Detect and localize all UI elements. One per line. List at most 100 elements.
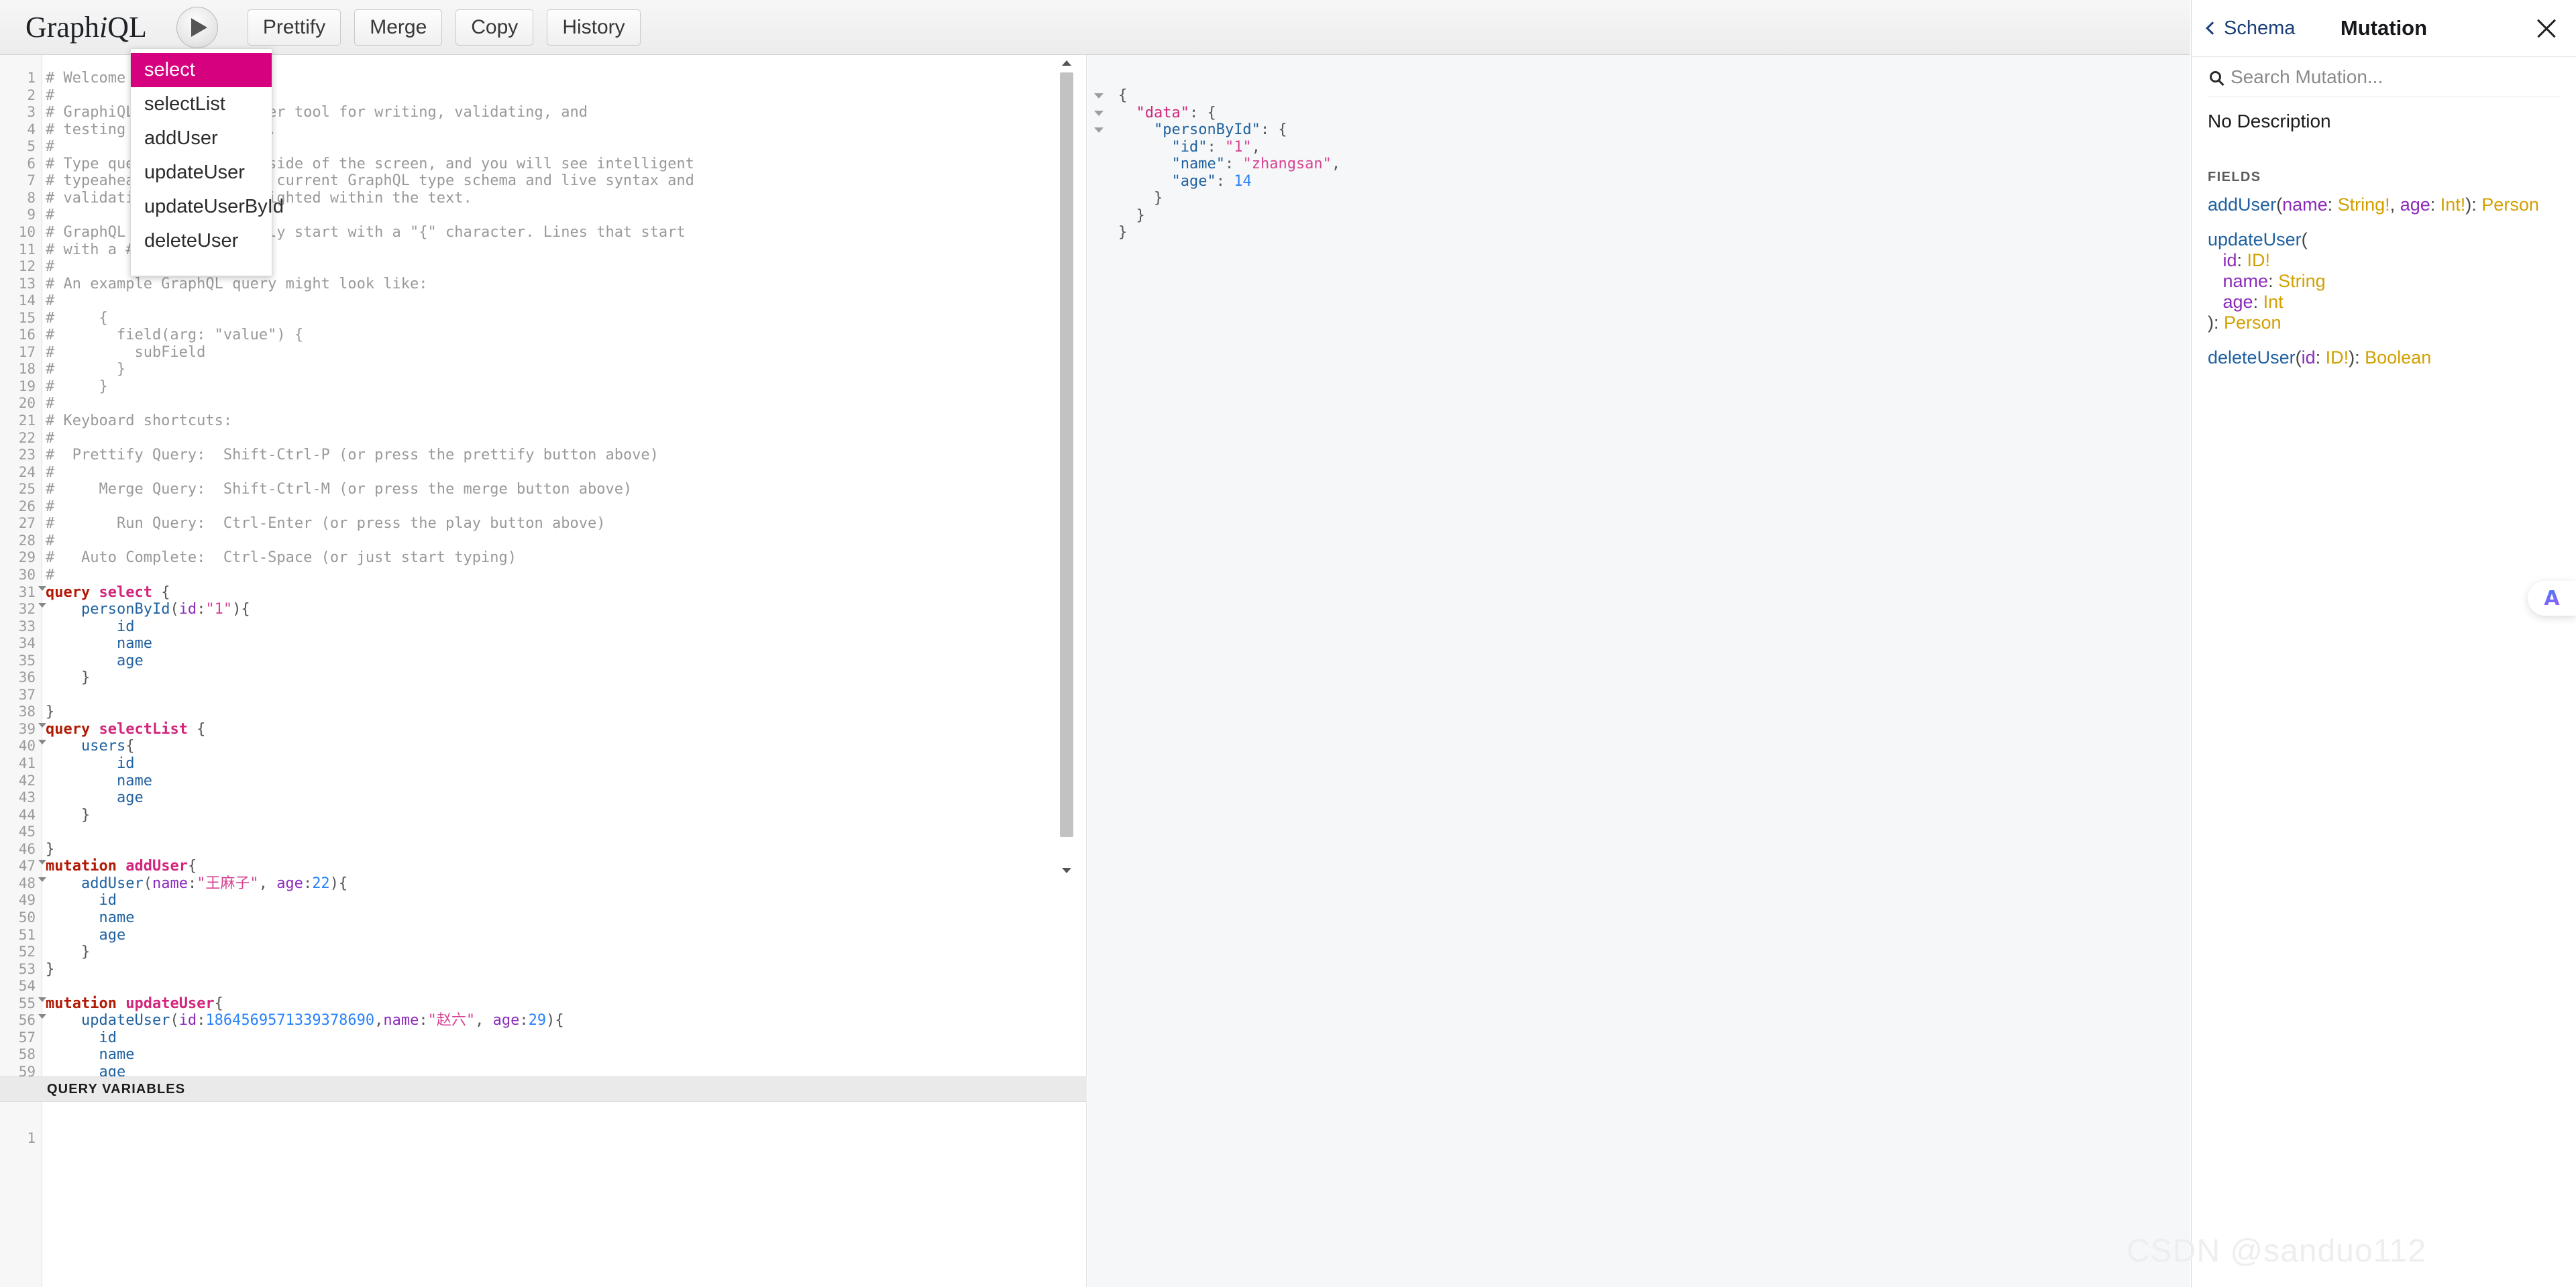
line-number: 53 xyxy=(18,960,36,977)
code-line: # } xyxy=(46,378,108,396)
toolbar: GraphiQL Prettify Merge Copy History xyxy=(0,0,2190,55)
result-fold-arrow-icon[interactable] xyxy=(1094,110,1104,116)
code-line: mutation updateUser{ xyxy=(46,995,223,1013)
docs-field-token: , xyxy=(2390,194,2400,215)
docs-field-token xyxy=(2208,292,2223,312)
assistant-logo-icon: A xyxy=(2544,586,2560,610)
code-token: mutation xyxy=(46,995,126,1012)
code-token: { xyxy=(152,583,170,601)
result-fold-arrow-icon[interactable] xyxy=(1094,127,1104,133)
editor-scrollbar[interactable] xyxy=(1059,58,1074,873)
code-token: personById xyxy=(80,601,170,618)
code-line: name xyxy=(46,909,134,927)
toolbar-buttons: Prettify Merge Copy History xyxy=(247,9,654,46)
watermark: CSDN @sanduo112 xyxy=(2127,1233,2427,1269)
code-line: # Auto Complete: Ctrl-Space (or just sta… xyxy=(46,549,517,567)
docs-field-row[interactable]: deleteUser(id: ID!): Boolean xyxy=(2208,347,2431,369)
prettify-button[interactable]: Prettify xyxy=(247,9,341,46)
close-icon[interactable] xyxy=(2534,16,2559,40)
docs-field-token xyxy=(2208,271,2223,291)
code-line: # xyxy=(46,498,54,516)
code-token: # } xyxy=(46,378,108,395)
autocomplete-item-deleteuser[interactable]: deleteUser xyxy=(131,224,272,258)
line-number: 6 xyxy=(27,155,36,172)
autocomplete-item-updateuserbyid[interactable]: updateUserById xyxy=(131,190,284,224)
code-token: : xyxy=(303,875,313,892)
graphiql-app: GraphiQL Prettify Merge Copy History 123456… xyxy=(0,0,2576,1287)
code-line: id xyxy=(46,618,135,636)
autocomplete-item-selectlist[interactable]: selectList xyxy=(131,87,272,121)
scroll-down-icon[interactable] xyxy=(1062,868,1071,873)
result-line: } xyxy=(1118,224,1127,241)
docs-field-token xyxy=(2208,250,2223,270)
code-line: users{ xyxy=(46,738,134,755)
code-line: age xyxy=(46,927,125,944)
docs-search-row[interactable] xyxy=(2208,57,2561,97)
code-token: # } xyxy=(46,361,126,378)
autocomplete-item-updateuser[interactable]: updateUser xyxy=(131,156,272,190)
code-line: age xyxy=(46,653,144,670)
docs-back-button[interactable]: Schema xyxy=(2206,17,2295,40)
autocomplete-popup[interactable]: select selectList addUser updateUser updateU… xyxy=(130,48,284,276)
code-token: ( xyxy=(170,1012,179,1029)
docs-field-row[interactable]: updateUser( xyxy=(2208,229,2308,251)
result-token: "zhangsan" xyxy=(1242,156,1332,172)
autocomplete-item-adduser[interactable]: addUser xyxy=(131,121,272,156)
code-line: # } xyxy=(46,361,125,378)
code-token: updateUser xyxy=(80,1012,170,1029)
line-number: 4 xyxy=(27,121,36,137)
line-number: 10 xyxy=(18,223,36,240)
docs-field-row[interactable]: age: Int xyxy=(2208,292,2284,313)
docs-field-token: deleteUser xyxy=(2208,347,2296,368)
editor-gutter: 1 2 3 4 5 6 7 8 9 10 11 12 13 14 15 16 17 18 19 20 21 22 23 24 2… xyxy=(0,55,46,1080)
docs-field-token: : xyxy=(2268,271,2279,291)
code-token: age xyxy=(99,926,126,944)
code-token: # xyxy=(46,207,55,224)
result-line: { xyxy=(1118,87,1127,105)
history-button[interactable]: History xyxy=(547,9,641,46)
merge-button[interactable]: Merge xyxy=(354,9,443,46)
code-line: # Keyboard shortcuts: xyxy=(46,412,232,430)
code-line: # xyxy=(46,567,54,584)
result-fold-arrow-icon[interactable] xyxy=(1094,93,1104,99)
query-variables-label: QUERY VARIABLES xyxy=(47,1081,186,1097)
code-token: query xyxy=(46,720,99,738)
copy-button[interactable]: Copy xyxy=(455,9,534,46)
docs-field-row[interactable]: name: String xyxy=(2208,271,2326,292)
line-number: 17 xyxy=(18,343,36,360)
code-token: , xyxy=(374,1012,384,1029)
docs-field-row[interactable]: ): Person xyxy=(2208,313,2282,334)
scroll-up-icon[interactable] xyxy=(1062,60,1071,66)
autocomplete-item-select[interactable]: select xyxy=(131,53,272,87)
code-line: addUser(name:"王麻子", age:22){ xyxy=(46,875,347,893)
line-number: 43 xyxy=(18,789,36,806)
result-token: : xyxy=(1224,156,1243,172)
code-line: # { xyxy=(46,310,108,327)
line-number: 36 xyxy=(18,669,36,686)
result-token: 14 xyxy=(1234,172,1252,190)
code-line: # xyxy=(46,258,54,276)
docs-field-token: Boolean xyxy=(2365,347,2432,368)
query-variables-editor[interactable]: 1 xyxy=(0,1102,1087,1287)
line-number: 33 xyxy=(18,618,36,634)
code-token: , xyxy=(258,875,277,892)
code-line: # subField xyxy=(46,344,205,361)
query-variables-header[interactable]: QUERY VARIABLES xyxy=(0,1076,1087,1102)
execute-query-button[interactable] xyxy=(176,6,218,48)
assistant-launcher[interactable]: A xyxy=(2528,581,2576,616)
code-token: : xyxy=(197,1012,206,1029)
code-token: ){ xyxy=(329,875,348,892)
code-token: 22 xyxy=(312,875,330,892)
docs-field-row[interactable]: id: ID! xyxy=(2208,250,2271,272)
docs-search-input[interactable] xyxy=(2231,66,2526,88)
result-token: : { xyxy=(1189,104,1216,121)
line-number: 51 xyxy=(18,926,36,943)
code-line: # Prettify Query: Shift-Ctrl-P (or press… xyxy=(46,447,659,464)
docs-field-row[interactable]: addUser(name: String!, age: Int!): Perso… xyxy=(2208,194,2539,216)
line-number: 27 xyxy=(18,515,36,532)
line-number: 7 xyxy=(27,172,36,189)
scrollbar-thumb[interactable] xyxy=(1060,72,1073,837)
code-token: # { xyxy=(46,309,108,327)
result-gutter xyxy=(1087,55,1112,1287)
